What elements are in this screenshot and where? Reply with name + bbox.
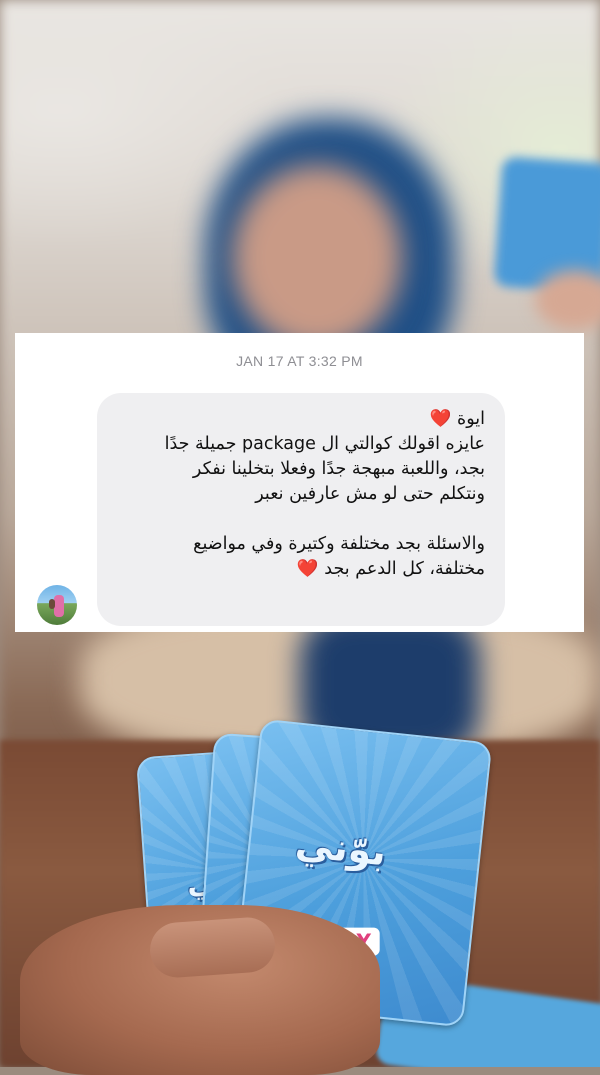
message-line: مختلفة، كل الدعم بجد ❤️ xyxy=(296,559,485,579)
message-text: ايوة ❤️ عايزه اقولك كوالتي ال package جم… xyxy=(105,407,485,582)
message-line: بجد، واللعبة مبهجة جدًا وفعلا بتخلينا نف… xyxy=(192,459,485,479)
message-line: عايزه اقولك كوالتي ال package جميلة جدًا xyxy=(164,434,485,454)
message-timestamp: JAN 17 AT 3:32 PM xyxy=(236,353,363,369)
sender-avatar[interactable] xyxy=(37,585,77,625)
message-line: والاسئلة بجد مختلفة وكتيرة وفي مواضيع xyxy=(193,534,485,554)
message-line: ونتكلم حتى لو مش عارفين نعبر xyxy=(255,484,485,504)
message-panel: JAN 17 AT 3:32 PM ايوة ❤️ عايزه اقولك كو… xyxy=(15,333,584,632)
card-title: بوّني xyxy=(293,821,389,875)
message-bubble[interactable]: ايوة ❤️ عايزه اقولك كوالتي ال package جم… xyxy=(97,393,505,626)
message-line: ايوة ❤️ xyxy=(429,409,485,429)
message-line xyxy=(105,507,485,532)
thumb xyxy=(148,915,277,980)
